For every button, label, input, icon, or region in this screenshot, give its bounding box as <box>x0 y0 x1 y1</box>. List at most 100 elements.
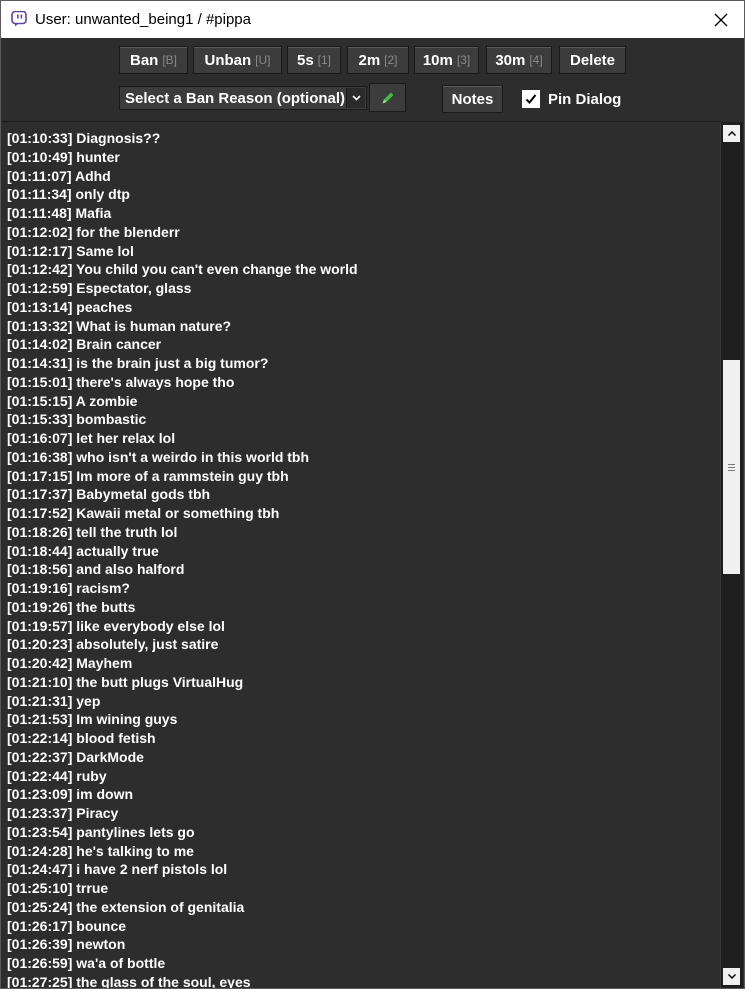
title-bar[interactable]: User: unwanted_being1 / #pippa <box>1 1 744 38</box>
chat-message[interactable]: [01:10:49] hunter <box>7 148 358 167</box>
timeout-5s-button[interactable]: 5s [1] <box>287 46 341 74</box>
moderation-toolbar: Ban [B] Unban [U] 5s [1] 2m [2] 10m [3] … <box>1 38 744 121</box>
chat-message[interactable]: [01:12:59] Espectator, glass <box>7 279 358 298</box>
message-text: A zombie <box>75 392 138 409</box>
message-timestamp: [01:16:07] <box>7 430 73 446</box>
chat-message[interactable]: [01:24:47] i have 2 nerf pistols lol <box>7 860 358 879</box>
chat-message[interactable]: [01:20:42] Mayhem <box>7 654 358 673</box>
message-timestamp: [01:17:52] <box>7 505 73 521</box>
chat-message[interactable]: [01:19:16] racism? <box>7 579 358 598</box>
message-text: and also halford <box>76 561 185 578</box>
unban-button[interactable]: Unban [U] <box>193 46 282 74</box>
message-timestamp: [01:21:31] <box>7 692 73 709</box>
notes-label: Notes <box>451 90 494 108</box>
chat-message[interactable]: [01:26:17] bounce <box>7 917 358 936</box>
vertical-scrollbar[interactable] <box>720 122 743 988</box>
message-text: Babymetal gods tbh <box>76 486 211 503</box>
ban-shortcut: [B] <box>162 53 177 67</box>
ban-button[interactable]: Ban [B] <box>119 46 188 74</box>
chat-message[interactable]: [01:11:48] Mafia <box>7 204 358 223</box>
chat-message[interactable]: [01:20:23] absolutely, just satire <box>7 635 358 654</box>
chat-message[interactable]: [01:18:26] tell the truth lol <box>7 523 358 542</box>
message-timestamp: [01:23:54] <box>7 823 73 840</box>
chat-message[interactable]: [01:11:34] only dtp <box>7 185 358 204</box>
chat-message[interactable]: [01:21:10] the butt plugs VirtualHug <box>7 673 358 692</box>
timeout-5s-label: 5s <box>296 51 314 69</box>
message-timestamp: [01:19:16] <box>7 580 73 596</box>
chat-message[interactable]: [01:23:37] Piracy <box>7 804 358 823</box>
chat-message[interactable]: [01:19:57] like everybody else lol <box>7 617 358 636</box>
chat-message[interactable]: [01:10:33] Diagnosis?? <box>7 129 358 148</box>
chat-message[interactable]: [01:12:02] for the blenderr <box>7 223 358 242</box>
message-text: the extension of genitalia <box>76 898 245 915</box>
pin-dialog-label[interactable]: Pin Dialog <box>548 91 621 109</box>
timeout-10m-button[interactable]: 10m [3] <box>414 46 479 74</box>
chat-message[interactable]: [01:16:38] who isn't a weirdo in this wo… <box>7 448 358 467</box>
chat-message[interactable]: [01:21:53] Im wining guys <box>7 710 358 729</box>
chat-message[interactable]: [01:23:09] im down <box>7 785 358 804</box>
ban-reason-select[interactable]: Select a Ban Reason (optional) <box>119 86 367 110</box>
chat-message[interactable]: [01:18:56] and also halford <box>7 560 358 579</box>
pin-dialog-checkbox[interactable] <box>522 90 540 108</box>
scroll-down-button[interactable] <box>723 968 740 985</box>
chat-message[interactable]: [01:22:37] DarkMode <box>7 748 358 767</box>
chat-message[interactable]: [01:13:32] What is human nature? <box>7 317 358 336</box>
message-text: trrue <box>76 880 109 896</box>
chat-message[interactable]: [01:15:15] A zombie <box>7 392 358 411</box>
twitch-icon <box>11 11 27 27</box>
chat-message[interactable]: [01:17:15] Im more of a rammstein guy tb… <box>7 467 358 486</box>
chat-message[interactable]: [01:26:39] newton <box>7 935 358 954</box>
chat-message[interactable]: [01:22:14] blood fetish <box>7 729 358 748</box>
chat-message[interactable]: [01:13:14] peaches <box>7 298 358 317</box>
message-timestamp: [01:25:10] <box>7 880 73 896</box>
chat-message[interactable]: [01:17:37] Babymetal gods tbh <box>7 485 358 504</box>
chat-message[interactable]: [01:21:31] yep <box>7 692 358 711</box>
chat-message[interactable]: [01:15:33] bombastic <box>7 410 358 429</box>
chevron-down-icon <box>351 95 361 101</box>
message-timestamp: [01:12:59] <box>7 280 73 296</box>
scroll-up-button[interactable] <box>723 125 740 142</box>
message-text: Adhd <box>74 167 111 184</box>
chat-message[interactable]: [01:11:07] Adhd <box>7 167 358 186</box>
message-timestamp: [01:25:24] <box>7 898 73 915</box>
delete-button[interactable]: Delete <box>559 46 626 74</box>
message-text: like everybody else lol <box>76 617 225 634</box>
notes-button[interactable]: Notes <box>442 85 503 113</box>
chat-message[interactable]: [01:18:44] actually true <box>7 542 358 561</box>
message-timestamp: [01:11:48] <box>7 205 72 221</box>
message-text: DarkMode <box>76 748 144 765</box>
close-icon <box>714 13 728 26</box>
dropdown-arrow[interactable] <box>346 88 365 108</box>
message-text: there's always hope tho <box>76 373 235 390</box>
close-button[interactable] <box>698 1 744 38</box>
chat-message[interactable]: [01:15:01] there's always hope tho <box>7 373 358 392</box>
timeout-2m-button[interactable]: 2m [2] <box>347 46 409 74</box>
chat-message[interactable]: [01:26:59] wa'a of bottle <box>7 954 358 973</box>
message-text: bounce <box>76 917 127 934</box>
chat-message[interactable]: [01:25:10] trrue <box>7 879 358 898</box>
ban-reason-value: Select a Ban Reason (optional) <box>125 90 346 107</box>
message-timestamp: [01:18:56] <box>7 561 73 578</box>
chat-message[interactable]: [01:17:52] Kawaii metal or something tbh <box>7 504 358 523</box>
chat-message[interactable]: [01:22:44] ruby <box>7 767 358 786</box>
message-timestamp: [01:19:57] <box>7 617 73 634</box>
message-text: the glass of the soul, eyes <box>76 973 251 989</box>
chat-message[interactable]: [01:19:26] the butts <box>7 598 358 617</box>
edit-ban-reasons-button[interactable] <box>369 83 406 112</box>
message-timestamp: [01:13:14] <box>7 298 73 315</box>
chat-message[interactable]: [01:12:42] You child you can't even chan… <box>7 260 358 279</box>
chat-message[interactable]: [01:14:31] is the brain just a big tumor… <box>7 354 358 373</box>
chat-message[interactable]: [01:16:07] let her relax lol <box>7 429 358 448</box>
chat-message[interactable]: [01:25:24] the extension of genitalia <box>7 898 358 917</box>
message-timestamp: [01:12:42] <box>7 261 73 278</box>
scrollbar-thumb[interactable] <box>723 360 740 574</box>
message-text: actually true <box>76 542 159 559</box>
chat-message[interactable]: [01:14:02] Brain cancer <box>7 335 358 354</box>
chat-message[interactable]: [01:12:17] Same lol <box>7 242 358 261</box>
message-history[interactable]: [01:10:33] Diagnosis?? [01:10:49] hunter[… <box>2 121 721 989</box>
timeout-30m-button[interactable]: 30m [4] <box>486 46 552 74</box>
chat-message[interactable]: [01:23:54] pantylines lets go <box>7 823 358 842</box>
message-timestamp: [01:12:02] <box>7 223 73 240</box>
chat-message[interactable]: [01:24:28] he's talking to me <box>7 842 358 861</box>
chat-message[interactable]: [01:27:25] the glass of the soul, eyes <box>7 973 358 989</box>
